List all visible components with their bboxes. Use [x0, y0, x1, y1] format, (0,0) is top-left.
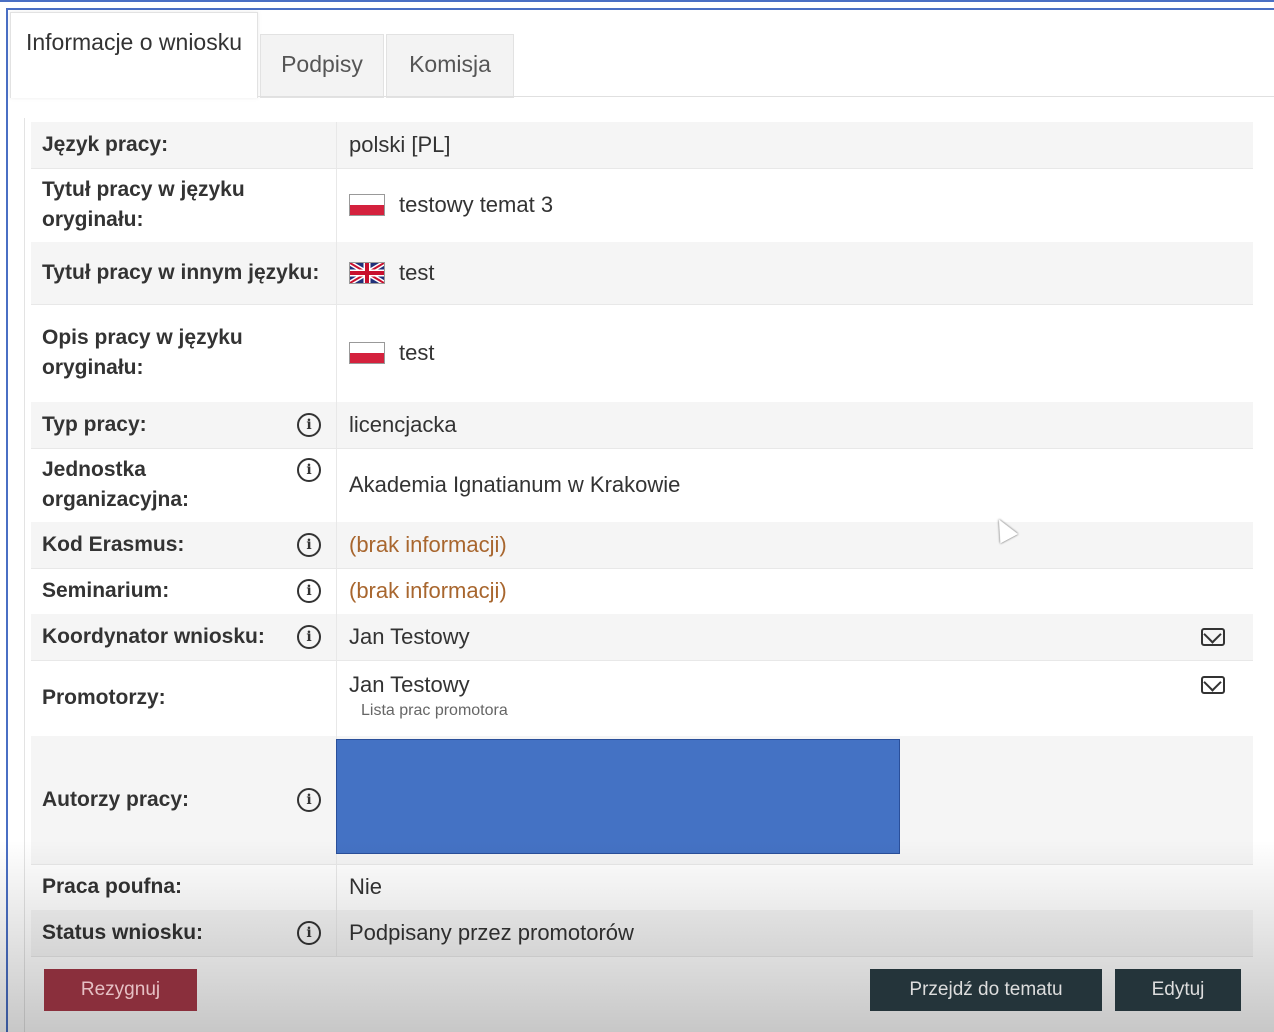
row-label-text: Tytuł pracy w języku oryginału: [42, 178, 245, 231]
row-label: Praca poufna: [31, 864, 337, 910]
row-label: Tytuł pracy w języku oryginału: [31, 168, 337, 242]
rezygnuj-button[interactable]: Rezygnuj [44, 969, 197, 1011]
row-label-text: Kod Erasmus: [42, 533, 185, 556]
row-label: Opis pracy w języku oryginału: [31, 304, 337, 402]
tab-podpisy[interactable]: Podpisy [260, 34, 384, 98]
row-value-text: test [399, 340, 435, 365]
row-label-text: Jednostka organizacyjna: [42, 458, 190, 511]
row-label: Tytuł pracy w innym języku: [31, 242, 337, 304]
row-label-text: Status wniosku: [42, 921, 204, 944]
row-jezyk-pracy: Język pracy: polski [PL] [31, 122, 1253, 169]
row-label: Promotorzy: [31, 660, 337, 736]
row-label: Status wniosku: i [31, 910, 337, 956]
row-value-text: test [399, 260, 435, 285]
row-label: Autorzy pracy: i [31, 736, 337, 864]
tab-bar: Informacje o wniosku Podpisy Komisja [10, 12, 1274, 98]
pl-flag-icon [349, 194, 385, 216]
info-icon[interactable]: i [297, 413, 321, 437]
row-label-text: Koordynator wniosku: [42, 625, 265, 648]
row-label-text: Seminarium: [42, 579, 170, 602]
row-label: Typ pracy: i [31, 402, 337, 448]
row-seminarium: Seminarium: i (brak informacji) [31, 568, 1253, 615]
row-label: Jednostka organizacyjna: i [31, 448, 337, 522]
row-jednostka: Jednostka organizacyjna: i Akademia Igna… [31, 448, 1253, 523]
row-label-text: Autorzy pracy: [42, 788, 190, 811]
row-label-text: Opis pracy w języku oryginału: [42, 326, 243, 379]
row-value-text: Jan Testowy [349, 672, 470, 697]
row-value: licencjacka [349, 412, 457, 437]
row-value: Podpisany przez promotorów [349, 920, 634, 945]
row-value-text: testowy temat 3 [399, 192, 554, 217]
row-label: Kod Erasmus: i [31, 522, 337, 568]
row-kod-erasmus: Kod Erasmus: i (brak informacji) [31, 522, 1253, 569]
row-value: test [337, 242, 1253, 304]
window-top-border [0, 0, 1274, 2]
row-label: Seminarium: i [31, 568, 337, 614]
details-panel: Język pracy: polski [PL] Tytuł pracy w j… [24, 118, 1259, 1032]
row-value: Jan Testowy [337, 614, 1253, 660]
lista-prac-promotora-link[interactable]: Lista prac promotora [361, 702, 1253, 720]
row-status: Status wniosku: i Podpisany przez promot… [31, 910, 1253, 957]
row-tytul-inny: Tytuł pracy w innym języku: test [31, 242, 1253, 305]
row-value: Nie [349, 874, 383, 899]
row-label: Język pracy: [31, 122, 337, 168]
row-value: (brak informacji) [349, 532, 507, 557]
info-icon[interactable]: i [297, 921, 321, 945]
redacted-authors-block [336, 739, 900, 854]
pl-flag-icon [349, 342, 385, 364]
row-koordynator: Koordynator wniosku: i Jan Testowy [31, 614, 1253, 661]
row-promotorzy: Promotorzy: Jan Testowy Lista prac promo… [31, 660, 1253, 737]
info-icon[interactable]: i [297, 533, 321, 557]
row-value: test [337, 304, 1253, 402]
mail-icon[interactable] [1201, 628, 1225, 646]
row-value: (brak informacji) [349, 578, 507, 603]
row-typ-pracy: Typ pracy: i licencjacka [31, 402, 1253, 449]
tab-informacje[interactable]: Informacje o wniosku [10, 12, 258, 98]
uk-flag-icon [349, 262, 385, 284]
tab-komisja[interactable]: Komisja [386, 34, 514, 98]
info-icon[interactable]: i [297, 625, 321, 649]
row-label-text: Typ pracy: [42, 413, 147, 436]
edytuj-button[interactable]: Edytuj [1115, 969, 1241, 1011]
mail-icon[interactable] [1201, 676, 1225, 694]
row-value: Akademia Ignatianum w Krakowie [349, 472, 681, 497]
row-value: testowy temat 3 [337, 168, 1253, 242]
info-icon[interactable]: i [297, 788, 321, 812]
row-tytul-oryginalu: Tytuł pracy w języku oryginału: testowy … [31, 168, 1253, 243]
przejdz-do-tematu-button[interactable]: Przejdź do tematu [870, 969, 1102, 1011]
info-icon[interactable]: i [297, 579, 321, 603]
tab-underline [258, 96, 1274, 97]
row-value: Jan Testowy Lista prac promotora [337, 660, 1253, 736]
row-praca-poufna: Praca poufna: Nie [31, 864, 1253, 911]
row-value-text: Jan Testowy [349, 624, 470, 649]
row-value: polski [PL] [349, 132, 451, 157]
row-opis-oryginalu: Opis pracy w języku oryginału: test [31, 304, 1253, 403]
row-label: Koordynator wniosku: i [31, 614, 337, 660]
info-icon[interactable]: i [297, 458, 321, 482]
